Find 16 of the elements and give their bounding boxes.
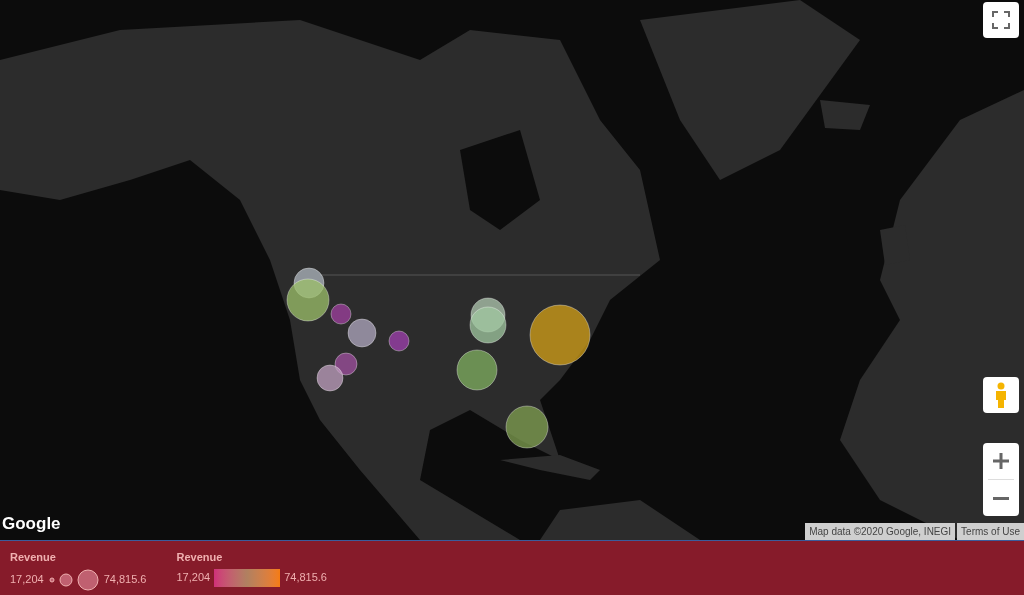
- map-attribution: Map data ©2020 Google, INEGI: [805, 523, 956, 540]
- legend-title: Revenue: [176, 550, 224, 565]
- legend-min-label: 17,204: [176, 570, 211, 586]
- terms-link[interactable]: Terms of Use: [957, 523, 1024, 540]
- map-logo: Google: [2, 512, 61, 535]
- plus-icon: [992, 452, 1010, 470]
- color-gradient-bar: [214, 568, 281, 587]
- legend-max-label: 74,815.6: [284, 570, 327, 586]
- legend-max-label: 74,815.6: [103, 572, 147, 588]
- legend-title: Revenue: [10, 550, 57, 565]
- minus-icon: [992, 496, 1010, 500]
- size-scale-icon: [47, 568, 100, 591]
- fullscreen-icon: [992, 11, 1010, 29]
- person-icon: [994, 382, 1008, 408]
- legend-min-label: 17,204: [10, 572, 44, 588]
- fullscreen-button[interactable]: [983, 2, 1019, 38]
